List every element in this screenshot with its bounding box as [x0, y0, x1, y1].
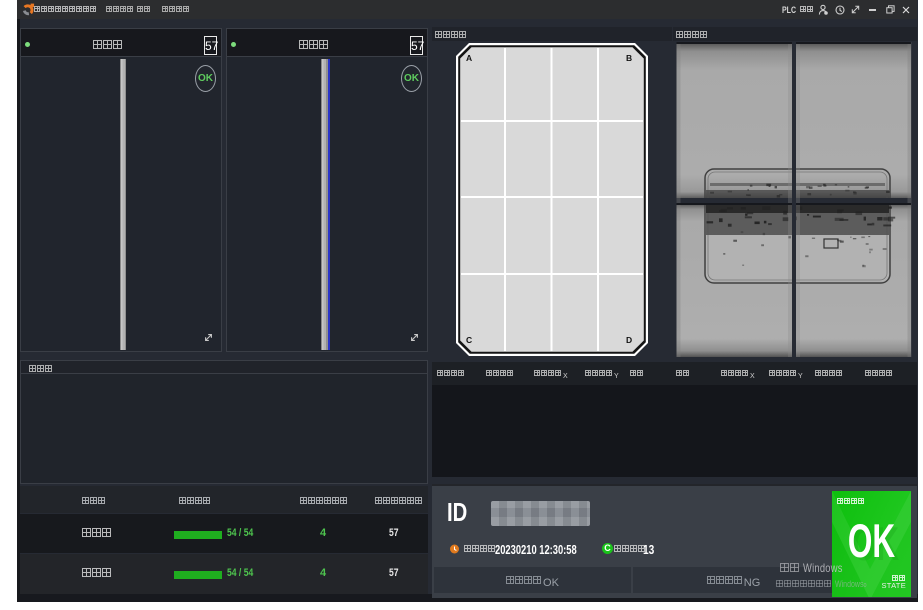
svg-text:A: A [466, 53, 472, 63]
svg-text:B: B [626, 53, 632, 63]
svg-text:D: D [626, 335, 632, 345]
svg-text:C: C [466, 335, 472, 345]
